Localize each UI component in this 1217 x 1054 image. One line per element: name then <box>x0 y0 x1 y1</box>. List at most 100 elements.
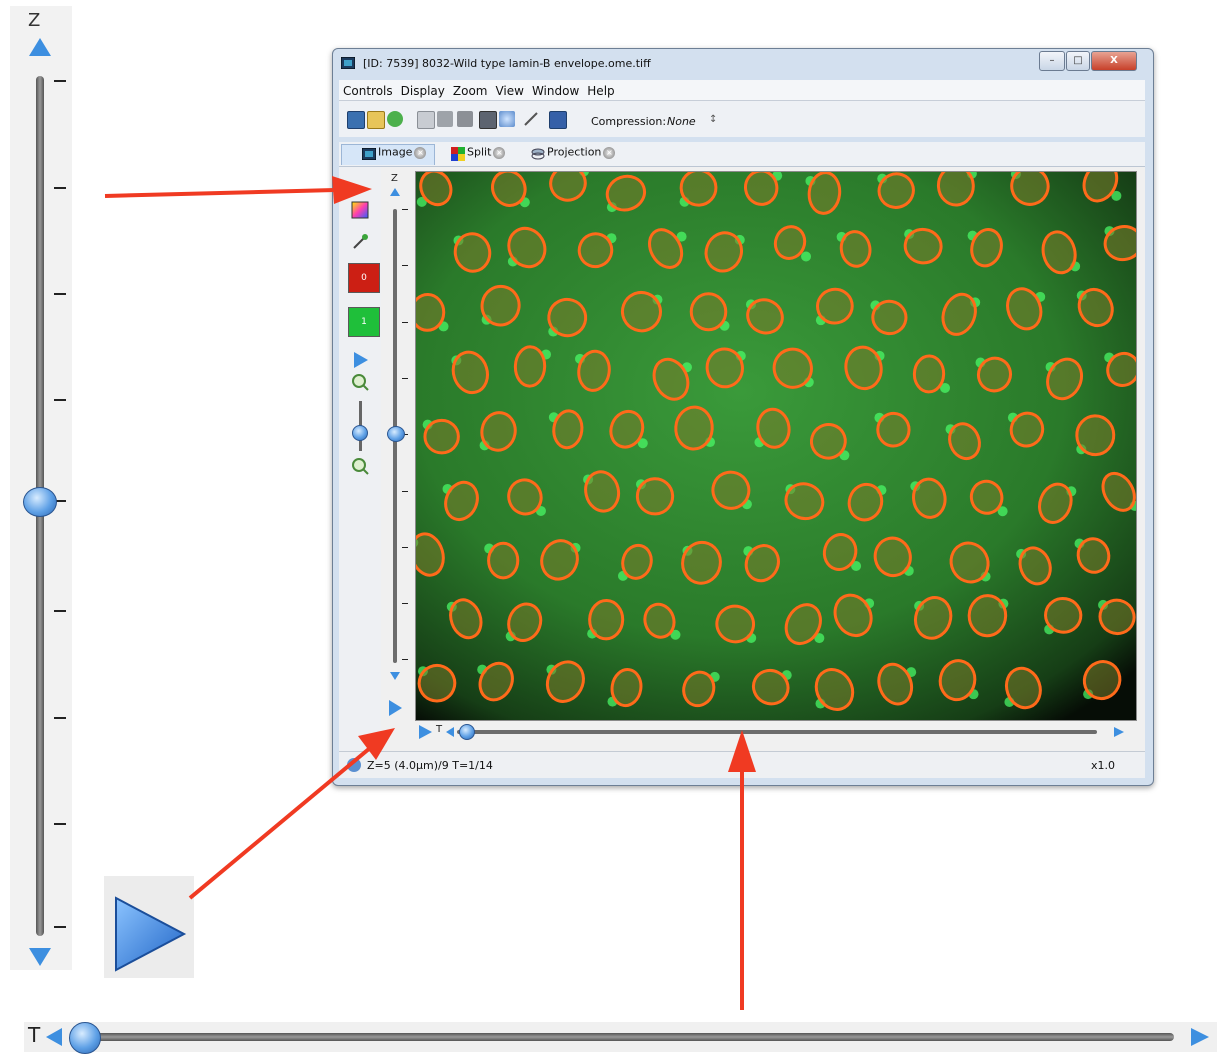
refresh-icon[interactable] <box>387 111 403 127</box>
z-slider[interactable]: Z <box>383 173 411 689</box>
zoom-slider-thumb[interactable] <box>352 425 368 441</box>
channel-1-button[interactable]: 1 <box>348 307 380 337</box>
menu-view[interactable]: View <box>491 82 527 98</box>
zoom-out-icon[interactable] <box>351 457 369 475</box>
t-small-left-arrow-icon[interactable] <box>445 726 455 738</box>
window-title: [ID: 7539] 8032-Wild type lamin-B envelo… <box>363 57 651 70</box>
movie-icon[interactable] <box>479 111 497 129</box>
menu-help[interactable]: Help <box>583 82 618 98</box>
z-tick <box>54 399 66 401</box>
compression-dropdown-arrow[interactable]: ↕ <box>709 114 717 125</box>
t-play-icon[interactable] <box>417 724 433 740</box>
color-picker-icon[interactable] <box>351 201 369 219</box>
t-small-track[interactable] <box>457 730 1097 734</box>
export-icon[interactable] <box>549 111 567 129</box>
tab-split-close-icon[interactable]: × <box>493 146 506 159</box>
play-icon <box>115 896 187 972</box>
z-down-arrow-icon[interactable] <box>27 946 53 968</box>
copy-icon[interactable] <box>417 111 435 129</box>
cell-image-canvas <box>416 172 1136 720</box>
close-button[interactable]: X <box>1091 51 1137 71</box>
t-left-arrow-icon[interactable] <box>44 1026 64 1048</box>
z-tick <box>54 610 66 612</box>
z-small-tick <box>402 209 408 210</box>
tab-image[interactable]: Image × <box>341 144 435 165</box>
z-small-tick <box>402 322 408 323</box>
save-icon[interactable] <box>457 111 473 127</box>
z-small-down-arrow-icon[interactable] <box>389 671 401 681</box>
compression-select[interactable]: None <box>667 115 696 128</box>
nucleus <box>423 418 460 455</box>
z-small-up-arrow-icon[interactable] <box>389 187 401 197</box>
t-slider-small-label: T <box>436 724 443 735</box>
z-play-icon[interactable] <box>387 699 403 717</box>
z-small-tick <box>402 547 408 548</box>
menu-zoom[interactable]: Zoom <box>449 82 492 98</box>
magnifier-icon[interactable] <box>499 111 515 127</box>
tab-split[interactable]: Split × <box>451 144 523 164</box>
zoomed-play-button[interactable] <box>104 876 194 978</box>
channel-0-label: 0 <box>361 273 367 283</box>
renderer-icon[interactable] <box>347 111 365 129</box>
compression-label: Compression: <box>591 115 667 128</box>
channel-0-button[interactable]: 0 <box>348 263 380 293</box>
microscopy-image[interactable] <box>415 171 1137 721</box>
z-small-thumb[interactable] <box>387 426 405 442</box>
z-slider-label: Z <box>28 10 41 31</box>
title-bar: [ID: 7539] 8032-Wild type lamin-B envelo… <box>333 49 1153 77</box>
nucleus <box>416 293 446 332</box>
tab-projection-label: Projection <box>547 145 602 159</box>
z-small-tick <box>402 491 408 492</box>
paste-icon[interactable] <box>437 111 453 127</box>
z-small-tick <box>402 659 408 660</box>
nucleus <box>487 541 520 580</box>
zoomed-t-slider[interactable]: T <box>24 1022 1217 1054</box>
channel-play-icon[interactable] <box>351 351 369 369</box>
toolbar: Compression: None ↕ <box>339 101 1145 137</box>
eyedropper-icon[interactable] <box>351 233 369 251</box>
menu-controls[interactable]: Controls <box>339 82 397 98</box>
split-icon <box>451 147 465 161</box>
menu-display[interactable]: Display <box>397 82 449 98</box>
nucleus <box>513 345 547 388</box>
t-slider[interactable]: T <box>415 721 1137 743</box>
z-slider-thumb[interactable] <box>23 487 57 517</box>
t-small-thumb[interactable] <box>459 724 475 740</box>
nucleus <box>1075 414 1116 457</box>
t-right-arrow-icon[interactable] <box>1189 1026 1211 1048</box>
t-slider-thumb[interactable] <box>69 1022 101 1054</box>
image-icon <box>361 147 377 161</box>
z-up-arrow-icon[interactable] <box>27 36 53 58</box>
centrosome-spot <box>801 251 812 262</box>
nucleus <box>674 405 714 451</box>
tab-projection[interactable]: Projection × <box>531 144 633 164</box>
status-bar: Z=5 (4.0µm)/9 T=1/14 x1.0 <box>339 751 1145 778</box>
status-icon <box>347 758 361 772</box>
left-toolbar: 0 1 <box>339 167 381 751</box>
tab-image-close-icon[interactable]: × <box>414 146 427 159</box>
channel-1-label: 1 <box>361 317 367 327</box>
maximize-button[interactable]: □ <box>1066 51 1090 71</box>
nucleus <box>689 292 728 332</box>
t-slider-track[interactable] <box>84 1033 1174 1041</box>
z-tick <box>54 187 66 189</box>
minimize-button[interactable]: – <box>1039 51 1065 71</box>
tab-projection-close-icon[interactable]: × <box>603 146 616 159</box>
projection-icon <box>531 148 545 160</box>
window-app-icon <box>341 57 355 69</box>
z-slider-small-label: Z <box>391 173 398 184</box>
menu-window[interactable]: Window <box>528 82 583 98</box>
z-small-tick <box>402 378 408 379</box>
tab-split-label: Split <box>467 145 492 159</box>
nucleus <box>912 354 946 394</box>
measure-icon[interactable] <box>523 111 539 127</box>
zoom-in-icon[interactable] <box>351 373 369 391</box>
z-tick <box>54 293 66 295</box>
z-small-tick <box>402 265 408 266</box>
t-small-right-arrow-icon[interactable] <box>1113 726 1125 738</box>
edit-icon[interactable] <box>367 111 385 129</box>
z-tick <box>54 823 66 825</box>
zoomed-z-slider[interactable]: Z <box>10 6 72 970</box>
z-tick <box>54 717 66 719</box>
z-tick <box>54 80 66 82</box>
